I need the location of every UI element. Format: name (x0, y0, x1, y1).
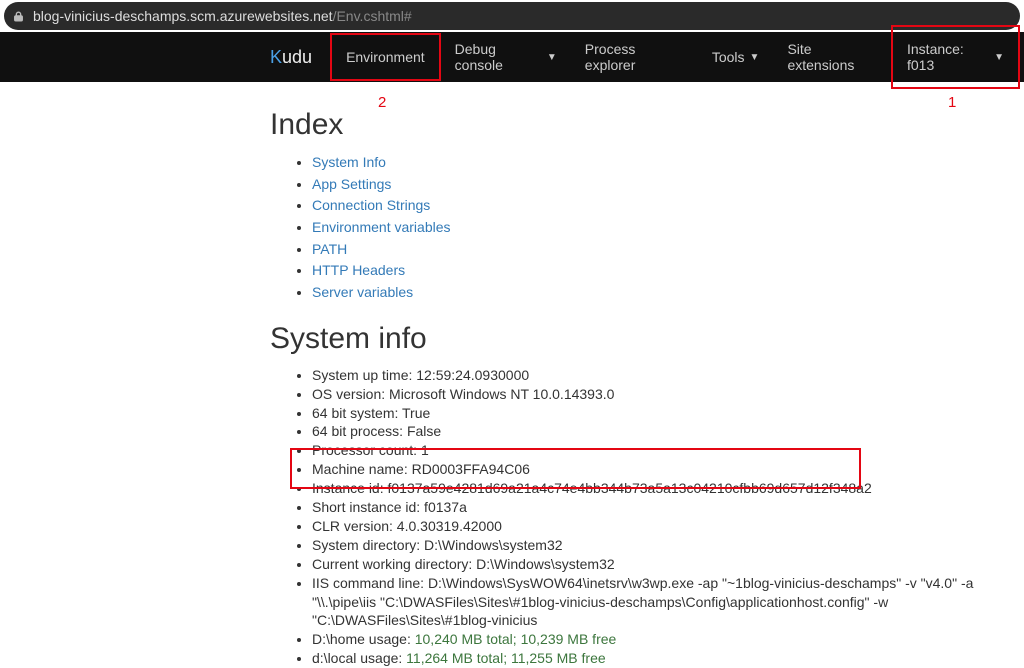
list-item: 64 bit process: False (312, 422, 1024, 441)
brand-k: K (270, 47, 282, 68)
nav-instance[interactable]: Instance: f013▼ (891, 25, 1020, 89)
index-links: System Info App Settings Connection Stri… (312, 152, 1024, 304)
url-bar[interactable]: blog-vinicius-deschamps.scm.azurewebsite… (4, 2, 1020, 30)
list-item: OS version: Microsoft Windows NT 10.0.14… (312, 385, 1024, 404)
list-item-machine-name: Machine name: RD0003FFA94C06 (312, 460, 1024, 479)
url-path: /Env.cshtml# (333, 8, 412, 24)
local-usage-value: 11,264 MB total; 11,255 MB free (406, 650, 606, 666)
index-heading: Index (270, 108, 1024, 142)
list-item: 64 bit system: True (312, 404, 1024, 423)
lock-icon (12, 10, 25, 23)
nav-process-explorer[interactable]: Process explorer (571, 27, 698, 87)
list-item: D:\home usage: 10,240 MB total; 10,239 M… (312, 630, 1024, 649)
link-app-settings[interactable]: App Settings (312, 176, 391, 192)
nav-debug-console[interactable]: Debug console▼ (441, 27, 571, 87)
link-server-variables[interactable]: Server variables (312, 284, 413, 300)
nav-tools[interactable]: Tools▼ (698, 35, 774, 79)
list-item: System up time: 12:59:24.0930000 (312, 366, 1024, 385)
list-item: Current working directory: D:\Windows\sy… (312, 555, 1024, 574)
system-info-list: System up time: 12:59:24.0930000 OS vers… (312, 366, 1024, 668)
list-item-instance-id: Instance id: f0137a59e4281d69a21a4c74e4b… (312, 479, 1024, 498)
annotation-2: 2 (378, 94, 386, 111)
list-item: Processor count: 1 (312, 441, 1024, 460)
url-host: blog-vinicius-deschamps.scm.azurewebsite… (33, 8, 333, 24)
list-item: CLR version: 4.0.30319.42000 (312, 517, 1024, 536)
chevron-down-icon: ▼ (994, 52, 1004, 63)
brand[interactable]: Kudu (270, 47, 312, 68)
list-item: Short instance id: f0137a (312, 498, 1024, 517)
link-environment-variables[interactable]: Environment variables (312, 219, 451, 235)
list-item: d:\local usage: 11,264 MB total; 11,255 … (312, 649, 1024, 668)
annotation-1: 1 (948, 94, 956, 111)
system-info-heading: System info (270, 322, 1024, 356)
link-path[interactable]: PATH (312, 241, 347, 257)
list-item: System directory: D:\Windows\system32 (312, 536, 1024, 555)
link-system-info[interactable]: System Info (312, 154, 386, 170)
nav-site-extensions[interactable]: Site extensions (773, 27, 891, 87)
nav-environment[interactable]: Environment (330, 33, 441, 81)
link-connection-strings[interactable]: Connection Strings (312, 197, 430, 213)
chevron-down-icon: ▼ (750, 52, 760, 63)
brand-rest: udu (282, 47, 312, 68)
navbar: Kudu Environment Debug console▼ Process … (0, 32, 1024, 82)
list-item: IIS command line: D:\Windows\SysWOW64\in… (312, 574, 1024, 631)
main-content: Index System Info App Settings Connectio… (0, 82, 1024, 668)
home-usage-value: 10,240 MB total; 10,239 MB free (415, 631, 617, 647)
chevron-down-icon: ▼ (547, 52, 557, 63)
link-http-headers[interactable]: HTTP Headers (312, 262, 405, 278)
